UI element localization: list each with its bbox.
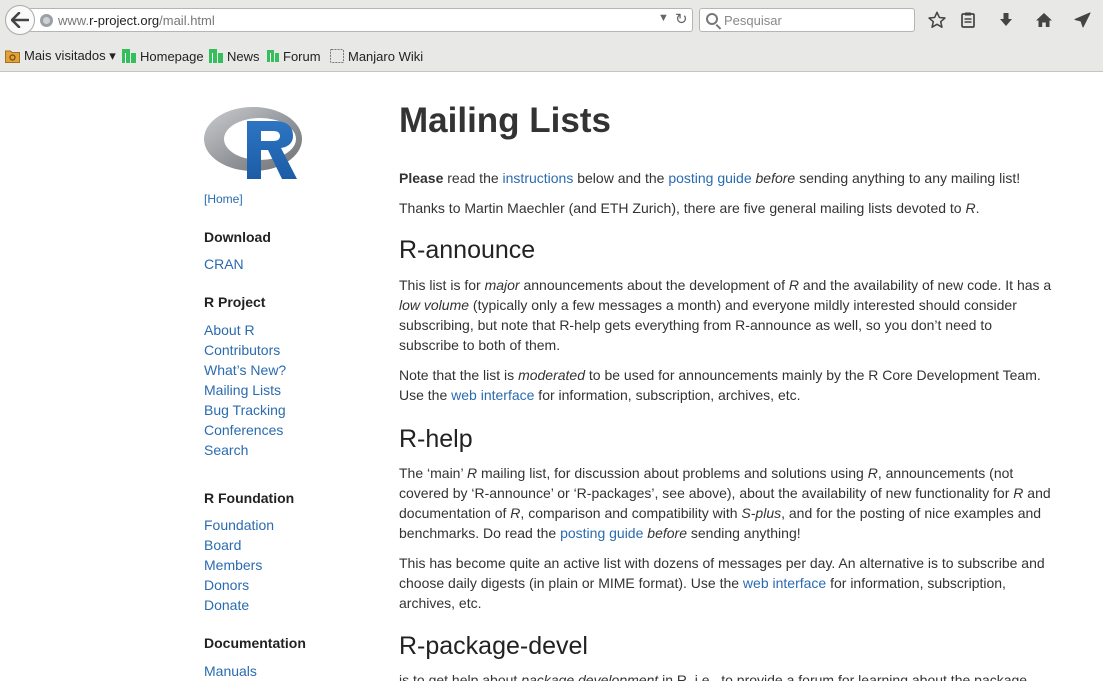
url-bar[interactable]: www.r-project.org/mail.html ▼ ↻ — [30, 8, 693, 32]
thanks-paragraph: Thanks to Martin Maechler (and ETH Zuric… — [399, 200, 980, 216]
globe-icon — [40, 14, 53, 27]
sidebar-link-board[interactable]: Board — [204, 537, 241, 553]
back-button[interactable] — [5, 5, 35, 35]
sidebar-link-conferences[interactable]: Conferences — [204, 422, 283, 438]
sidebar-link-cran[interactable]: CRAN — [204, 256, 244, 272]
r-announce-paragraph-1: This list is for major announcements abo… — [399, 277, 1052, 353]
r-announce-heading: R-announce — [399, 236, 536, 264]
bookmark-star-icon[interactable] — [926, 9, 948, 31]
r-help-paragraph-2: This has become quite an active list wit… — [399, 555, 1045, 611]
url-text[interactable]: www.r-project.org/mail.html — [58, 13, 215, 28]
r-announce-web-interface-link[interactable]: web interface — [451, 387, 534, 403]
r-package-devel-paragraph-1: is to get help about package development… — [399, 672, 1028, 681]
bookmarks-menu-icon[interactable] — [957, 9, 979, 31]
back-arrow-icon — [11, 12, 29, 28]
bookmarks-toolbar: Mais visitados ▾ Homepage News Forum Man… — [0, 44, 1103, 68]
home-link[interactable]: [Home] — [204, 192, 243, 206]
r-help-web-interface-link[interactable]: web interface — [743, 575, 826, 591]
r-logo-icon — [204, 107, 302, 179]
r-package-devel-heading: R-package-devel — [399, 632, 588, 660]
page-title: Mailing Lists — [399, 101, 611, 140]
navigation-toolbar: www.r-project.org/mail.html ▼ ↻ — [0, 0, 1103, 40]
sidebar-link-donors[interactable]: Donors — [204, 577, 249, 593]
bookmark-forum[interactable]: Forum — [267, 47, 321, 65]
instructions-link[interactable]: instructions — [503, 170, 574, 186]
share-icon[interactable] — [1071, 9, 1093, 31]
reload-icon[interactable]: ↻ — [675, 10, 688, 28]
bookmark-homepage[interactable]: Homepage — [122, 47, 204, 65]
folder-icon — [5, 50, 20, 63]
page-icon — [330, 49, 344, 63]
search-icon — [706, 13, 718, 25]
r-help-posting-guide-link[interactable]: posting guide — [560, 525, 643, 541]
sidebar-link-foundation[interactable]: Foundation — [204, 517, 274, 533]
url-history-dropdown-icon[interactable]: ▼ — [658, 12, 669, 24]
sidebar-link-about-r[interactable]: About R — [204, 322, 255, 338]
sidebar-heading-documentation: Documentation — [204, 635, 306, 651]
r-help-paragraph-1: The ‘main’ R mailing list, for discussio… — [399, 465, 1051, 541]
home-icon[interactable] — [1033, 9, 1055, 31]
sidebar-link-manuals[interactable]: Manuals — [204, 663, 257, 679]
posting-guide-link[interactable]: posting guide — [668, 170, 751, 186]
bookmark-most-visited[interactable]: Mais visitados ▾ — [5, 47, 116, 65]
sidebar-link-whats-new[interactable]: What’s New? — [204, 362, 286, 378]
sidebar-link-members[interactable]: Members — [204, 557, 262, 573]
bookmark-manjaro-wiki[interactable]: Manjaro Wiki — [330, 47, 423, 65]
downloads-icon[interactable] — [995, 9, 1017, 31]
r-logo[interactable] — [204, 101, 304, 181]
r-announce-paragraph-2: Note that the list is moderated to be us… — [399, 367, 1041, 403]
sidebar-heading-r-foundation: R Foundation — [204, 490, 295, 506]
sidebar-link-bug-tracking[interactable]: Bug Tracking — [204, 402, 286, 418]
manjaro-logo-icon — [122, 49, 136, 63]
sidebar-link-mailing-lists[interactable]: Mailing Lists — [204, 382, 281, 398]
web-page: [Home] Download CRAN R Project About R C… — [0, 73, 1103, 681]
search-input[interactable] — [724, 11, 910, 29]
browser-chrome: www.r-project.org/mail.html ▼ ↻ Pesquisa… — [0, 0, 1103, 72]
manjaro-logo-icon — [209, 49, 223, 63]
sidebar-link-donate[interactable]: Donate — [204, 597, 249, 613]
sidebar-heading-r-project: R Project — [204, 294, 266, 310]
bookmark-news[interactable]: News — [209, 47, 260, 65]
sidebar-heading-download: Download — [204, 229, 271, 245]
r-help-heading: R-help — [399, 425, 473, 453]
manjaro-logo-icon — [267, 50, 279, 62]
sidebar-link-contributors[interactable]: Contributors — [204, 342, 280, 358]
sidebar-link-search[interactable]: Search — [204, 442, 248, 458]
intro-paragraph: Please read the instructions below and t… — [399, 170, 1021, 186]
search-box[interactable] — [699, 8, 915, 32]
